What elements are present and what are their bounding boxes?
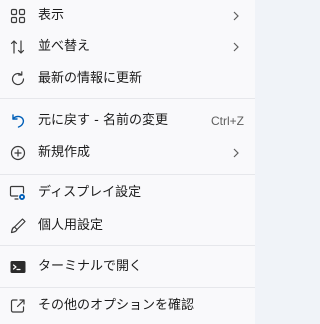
chevron-right-icon [230,41,242,53]
menu-item-display-settings[interactable]: ディスプレイ設定 [0,177,255,209]
display-settings-icon [9,184,27,202]
menu-separator [0,98,255,99]
terminal-icon [9,258,27,276]
undo-icon [9,112,27,130]
shortcut-text: Ctrl+Z [211,114,244,128]
menu-separator [0,245,255,246]
sort-arrows-icon [9,38,27,56]
menu-item-label: 元に戻す - 名前の変更 [38,113,168,128]
new-plus-icon [9,144,27,162]
menu-item-new[interactable]: 新規作成 [0,137,255,169]
menu-item-sort[interactable]: 並べ替え [0,31,255,63]
menu-separator [0,287,255,288]
menu-item-label: 表示 [38,8,65,23]
context-menu: 表示 並べ替え 最新の情報に更新 元に戻す - 名前の変更 Ctrl+Z 新規作… [0,0,255,324]
menu-item-undo-rename[interactable]: 元に戻す - 名前の変更 Ctrl+Z [0,105,255,137]
menu-item-label: ターミナルで開く [38,259,143,274]
menu-item-label: 個人用設定 [38,218,104,233]
menu-item-personalize[interactable]: 個人用設定 [0,210,255,242]
more-options-icon [9,297,27,315]
personalize-brush-icon [9,217,27,235]
menu-item-label: ディスプレイ設定 [38,185,142,200]
menu-item-show-more-options[interactable]: その他のオプションを確認 [0,290,255,322]
menu-item-label: 最新の情報に更新 [38,71,143,86]
menu-item-label: 新規作成 [38,145,91,160]
menu-separator [0,174,255,175]
menu-item-label: その他のオプションを確認 [38,298,195,313]
chevron-right-icon [230,10,242,22]
menu-item-open-in-terminal[interactable]: ターミナルで開く [0,251,255,283]
chevron-right-icon [230,147,242,159]
menu-item-view[interactable]: 表示 [0,0,255,32]
refresh-icon [9,70,27,88]
grid-view-icon [9,7,27,25]
menu-item-refresh[interactable]: 最新の情報に更新 [0,63,255,95]
menu-item-label: 並べ替え [38,39,91,54]
